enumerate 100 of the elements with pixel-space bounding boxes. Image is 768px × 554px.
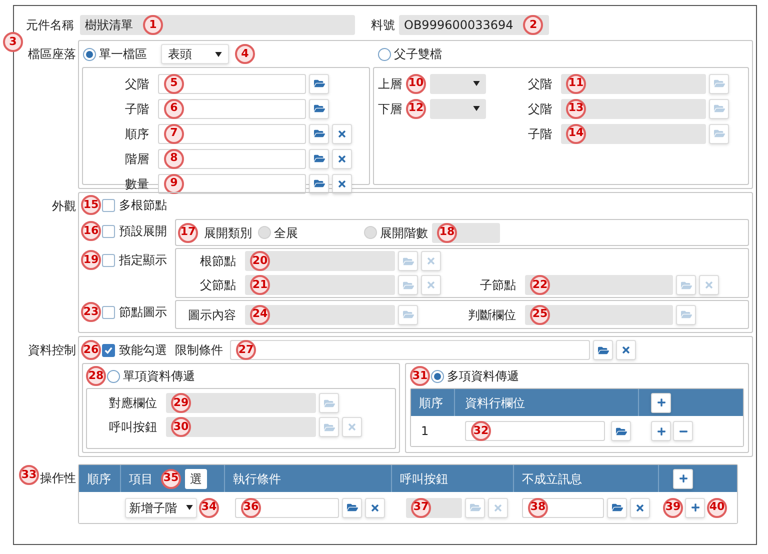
folder-icon (714, 103, 724, 114)
callout-marker: 26 (81, 340, 101, 360)
input-field[interactable]: 38 (522, 498, 604, 518)
clear-button[interactable] (332, 148, 352, 168)
caret-icon (215, 52, 222, 56)
radio-button[interactable] (378, 48, 391, 60)
input-field[interactable]: 25 (525, 304, 673, 324)
checkbox[interactable] (102, 306, 115, 318)
browse-button[interactable] (309, 74, 329, 94)
field-label: 階層 (124, 150, 150, 168)
caret-icon (186, 505, 193, 510)
field-label: 限制條件 (175, 342, 224, 359)
folder-icon (314, 78, 324, 89)
checkbox[interactable] (102, 254, 115, 266)
section-label: 檔區座落 (28, 46, 76, 63)
radio-button[interactable] (364, 226, 377, 239)
radio-button[interactable] (431, 370, 444, 382)
callout-marker: 4 (235, 44, 255, 64)
clear-button[interactable] (332, 174, 352, 194)
field-label: 子節點 (479, 277, 517, 294)
name-field[interactable]: 樹狀清單 1 (80, 15, 355, 35)
add-button[interactable] (673, 468, 693, 488)
browse-button[interactable] (309, 124, 329, 144)
callout-marker: 10 (406, 74, 426, 94)
clear-button[interactable] (616, 340, 636, 360)
plus-icon (656, 398, 666, 407)
input-field[interactable]: 20 (245, 251, 395, 271)
folder-icon (714, 78, 724, 89)
close-icon (337, 128, 347, 138)
folder-icon (598, 344, 608, 356)
input-field[interactable]: 6 (158, 98, 306, 118)
select-all-button[interactable]: 選 (185, 468, 207, 488)
radio-label: 多項資料傳遞 (447, 368, 519, 385)
input-field[interactable]: 9 (158, 174, 306, 194)
field-label: 料號 (371, 17, 395, 34)
callout-marker: 16 (81, 221, 101, 241)
add-button[interactable] (685, 498, 705, 518)
clear-button[interactable] (630, 498, 650, 518)
callout-marker: 21 (250, 275, 270, 295)
input-field[interactable]: 7 (158, 124, 306, 144)
input-field[interactable]: 8 (158, 148, 306, 168)
close-icon (635, 502, 645, 512)
input-field[interactable]: 13 (561, 98, 706, 118)
browse-button[interactable] (611, 421, 631, 441)
add-button[interactable] (651, 421, 671, 441)
close-icon (337, 178, 347, 188)
callout-marker: 32 (471, 421, 491, 441)
column-header: 呼叫按鈕 (400, 470, 448, 488)
code-field[interactable]: OB999600033694 2 (399, 15, 549, 35)
callout-marker: 22 (530, 275, 550, 295)
section-label: 外觀 (52, 198, 76, 215)
clear-button[interactable] (365, 498, 385, 518)
folder-icon (314, 103, 324, 114)
close-icon (337, 154, 347, 164)
browse-button[interactable] (309, 98, 329, 118)
browse-button[interactable] (309, 174, 329, 194)
caret-icon (473, 81, 480, 86)
browse-button[interactable] (607, 498, 627, 518)
browse-button[interactable] (593, 340, 613, 360)
dropdown[interactable]: 新增子階 (125, 498, 197, 518)
checkbox-label: 致能勾選 (119, 342, 167, 359)
input-field[interactable]: 11 (561, 74, 706, 94)
input-field[interactable]: 5 (158, 74, 306, 94)
dropdown[interactable]: 表頭 (161, 44, 229, 64)
section-label: 操作性 (40, 470, 76, 487)
folder-icon (314, 178, 324, 189)
radio-button[interactable] (107, 370, 120, 382)
input-field[interactable]: 24 (245, 304, 395, 324)
callout-marker: 9 (164, 174, 184, 194)
checkbox[interactable] (102, 198, 115, 212)
add-button[interactable] (651, 392, 671, 412)
input-field[interactable]: 22 (525, 275, 673, 295)
input-field[interactable]: 14 (561, 124, 706, 144)
column-header: 順序 (87, 470, 111, 488)
field-label: 判斷欄位 (467, 306, 517, 324)
callout-marker: 12 (406, 98, 426, 118)
callout-marker: 30 (171, 417, 191, 437)
input-field[interactable]: 29 (166, 393, 316, 413)
callout-marker: 19 (81, 250, 101, 270)
input-field[interactable]: 30 (166, 417, 316, 437)
input-field[interactable]: 21 (245, 275, 395, 295)
radio-button[interactable] (83, 48, 96, 60)
callout-marker: 31 (410, 366, 430, 386)
callout-marker: 15 (81, 195, 101, 215)
input-field[interactable]: 32 (465, 421, 605, 441)
input-field[interactable]: 27 (230, 340, 590, 360)
checkbox-label: 指定顯示 (119, 252, 167, 269)
clear-button[interactable] (332, 124, 352, 144)
checkbox-label: 預設展開 (119, 223, 167, 240)
browse-button[interactable] (309, 148, 329, 168)
field-label: 根節點 (199, 253, 237, 270)
input-field[interactable]: 36 (235, 498, 339, 518)
column-header: 項目 (129, 470, 153, 488)
remove-button[interactable] (673, 421, 693, 441)
checkbox[interactable] (102, 224, 115, 238)
checkbox[interactable] (102, 344, 115, 356)
radio-button[interactable] (258, 226, 271, 239)
input-field[interactable]: 18 (432, 222, 500, 242)
callout-marker: 28 (86, 366, 106, 386)
browse-button[interactable] (342, 498, 362, 518)
